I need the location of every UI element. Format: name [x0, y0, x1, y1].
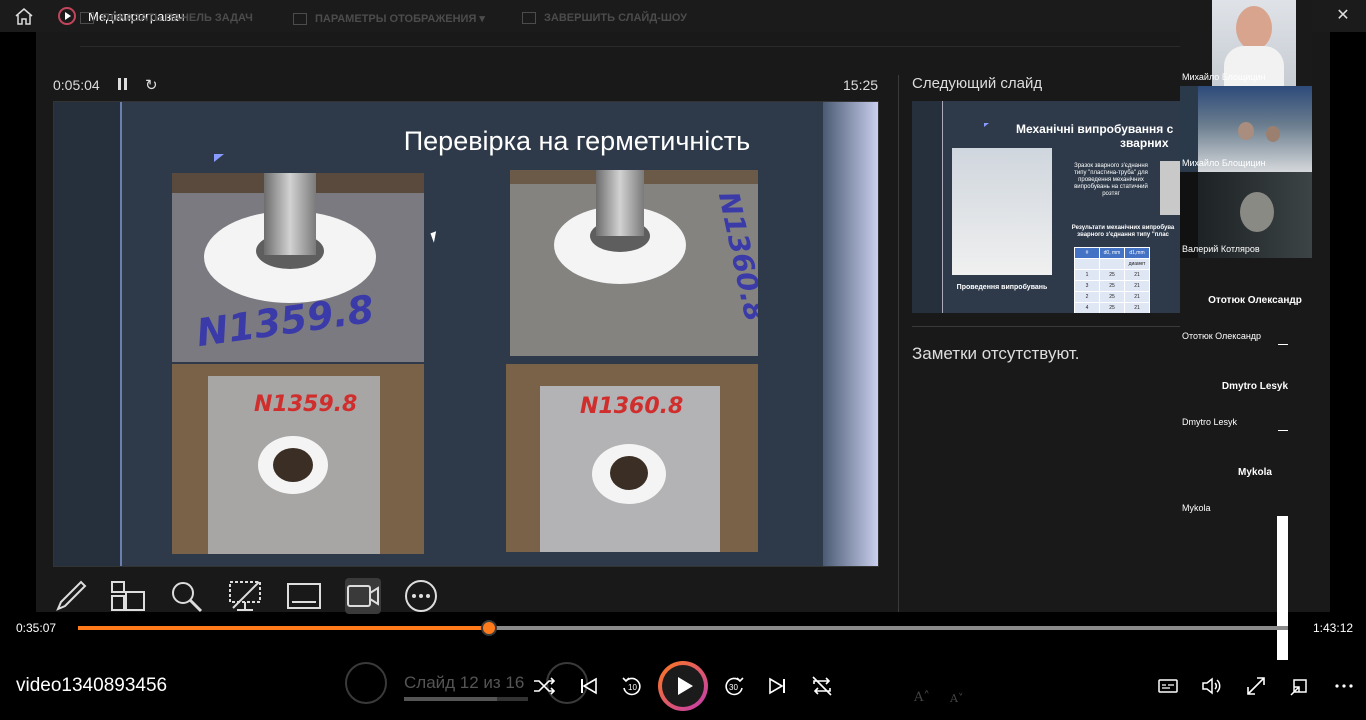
repeat-off-icon[interactable]: [808, 672, 836, 700]
next-track-icon[interactable]: [764, 672, 792, 700]
notes-separator: [912, 326, 1180, 327]
participant-status-indicator: [1278, 344, 1288, 345]
reset-timer-icon[interactable]: ↻: [145, 76, 158, 94]
skip-back-10-icon[interactable]: 10: [618, 672, 646, 700]
participants-scrollbar[interactable]: [1277, 516, 1288, 660]
photo-top-left: N1359.8: [172, 173, 424, 362]
participants-panel: Михайло Блощицин Михайло Блощицин Валери…: [1180, 0, 1312, 680]
testing-machine-image: [952, 148, 1052, 275]
home-icon[interactable]: [14, 7, 34, 25]
current-slide: Перевірка на герметичність N1359.8 N1360…: [53, 101, 879, 567]
show-taskbar-label: ПОКАЗАТЬ ПАНЕЛЬ ЗАДАЧ: [102, 12, 253, 24]
panel-divider: [898, 75, 899, 612]
mini-view-icon[interactable]: [1286, 672, 1314, 700]
participant-name: Mykola: [1182, 503, 1211, 513]
play-icon: [662, 665, 704, 707]
slideshow-timer: 0:05:04: [53, 77, 100, 93]
svg-text:10: 10: [628, 683, 637, 692]
display-settings-button[interactable]: ПАРАМЕТРЫ ОТОБРАЖЕНИЯ ▾: [293, 12, 485, 26]
elapsed-time: 0:35:07: [16, 621, 57, 635]
seek-bar-progress: [78, 626, 490, 630]
current-time: 15:25: [843, 77, 879, 93]
previous-slide-button[interactable]: [345, 662, 387, 704]
black-screen-icon[interactable]: [227, 578, 263, 614]
photo-label: N1360.8: [580, 394, 684, 419]
participant-tile-name: Dmytro Lesyk: [1221, 381, 1289, 392]
photo-top-right: N1360.8: [510, 170, 758, 356]
participant-name: Михайло Блощицин: [1182, 72, 1266, 82]
participant-name: Dmytro Lesyk: [1182, 417, 1238, 427]
captions-icon[interactable]: [1154, 672, 1182, 700]
slide-progress-fill: [404, 697, 497, 701]
participant-name: Ототюк Олександр: [1182, 331, 1262, 341]
display-settings-label: ПАРАМЕТРЫ ОТОБРАЖЕНИЯ ▾: [315, 13, 485, 25]
zoom-icon[interactable]: [168, 578, 204, 614]
divider-line: [80, 46, 1180, 47]
decrease-font-icon[interactable]: A˅: [950, 692, 963, 705]
next-slide-title: Механічні випробування с: [1016, 122, 1174, 136]
volume-icon[interactable]: [1198, 672, 1226, 700]
increase-font-icon[interactable]: A˄: [914, 690, 930, 705]
participant-tile-name: Mykola: [1238, 467, 1272, 478]
pen-icon[interactable]: [53, 578, 89, 614]
speaker-notes: Заметки отсутствуют.: [912, 344, 1080, 363]
participant-name: Михайло Блощицин: [1182, 158, 1266, 168]
results-table: # d0, mm d1,mm диамет 1 25 21 3 25 21 2 25 21 42…: [1074, 247, 1150, 313]
slide-triangle-mark: [214, 154, 224, 162]
next-slide-thumbnail[interactable]: Механічні випробування с зварних Зразок …: [912, 101, 1180, 313]
slide-progress: [404, 697, 528, 701]
fullscreen-icon[interactable]: [1242, 672, 1270, 700]
sample-image: [1160, 161, 1180, 215]
previous-track-icon[interactable]: [574, 672, 602, 700]
slide-title: Перевірка на герметичність: [403, 126, 751, 156]
slide-right-decoration: [823, 102, 878, 566]
play-button[interactable]: [658, 661, 708, 711]
next-slide-sample-text: Зразок зварного з'єднання типу "пластина…: [1074, 163, 1148, 197]
show-taskbar-button[interactable]: ПОКАЗАТЬ ПАНЕЛЬ ЗАДАЧ: [80, 12, 253, 25]
seek-bar-thumb[interactable]: [481, 620, 498, 636]
more-options-icon[interactable]: [403, 578, 439, 614]
shuffle-icon[interactable]: [530, 672, 558, 700]
slide-counter: Слайд 12 из 16: [404, 673, 525, 692]
participant-name: Валерий Котляров: [1182, 244, 1260, 254]
subtitles-icon[interactable]: [286, 578, 322, 614]
photo-bottom-right: N1360.8: [506, 364, 758, 552]
svg-text:30: 30: [729, 683, 738, 692]
next-slide-results-text: Результати механічних випробува зварного…: [1071, 225, 1175, 238]
next-slide-title-2: зварних: [1120, 136, 1169, 150]
photo-label: N1359.8: [254, 392, 358, 417]
next-slide-heading: Следующий слайд: [912, 75, 1043, 92]
end-slideshow-label: ЗАВЕРШИТЬ СЛАЙД-ШОУ: [544, 12, 688, 24]
media-player-app-icon: [58, 7, 76, 25]
thumb-left-bar: [912, 101, 943, 313]
next-slide-caption: Проведення випробувань: [956, 284, 1048, 291]
participant-status-indicator: [1278, 430, 1288, 431]
participant-tile-name: Ототюк Олександр: [1208, 295, 1302, 306]
photo-bottom-left: N1359.8: [172, 364, 424, 554]
pause-timer-icon[interactable]: [118, 78, 128, 90]
thumb-triangle-mark: [984, 123, 989, 127]
see-all-slides-icon[interactable]: [110, 578, 146, 614]
more-icon[interactable]: [1330, 672, 1358, 700]
skip-forward-30-icon[interactable]: 30: [720, 672, 748, 700]
camera-icon[interactable]: [345, 578, 381, 614]
slide-left-bar: [54, 102, 122, 566]
media-title: video1340893456: [16, 675, 168, 696]
end-slideshow-button[interactable]: ЗАВЕРШИТЬ СЛАЙД-ШОУ: [522, 12, 688, 25]
total-duration: 1:43:12: [1313, 621, 1354, 635]
close-icon[interactable]: ✕: [1333, 6, 1353, 26]
